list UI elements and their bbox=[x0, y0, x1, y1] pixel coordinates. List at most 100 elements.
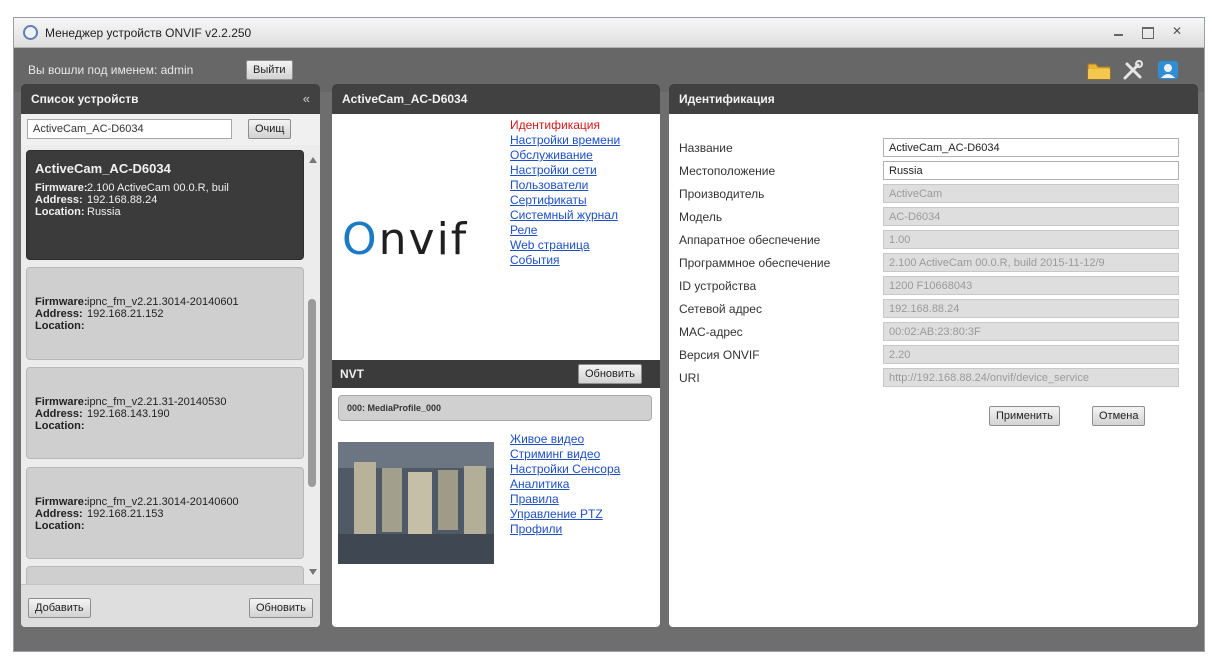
device-list-scrollbar[interactable] bbox=[306, 145, 318, 584]
apply-button[interactable]: Применить bbox=[989, 406, 1060, 426]
device-list-title: Список устройств bbox=[31, 92, 139, 106]
device-address: 192.168.21.152 bbox=[87, 308, 164, 320]
menu-sensor-settings[interactable]: Настройки Сенсора bbox=[510, 462, 620, 477]
device-firmware: ipnc_fm_v2.21.31-20140530 bbox=[87, 396, 227, 408]
hardware-field bbox=[883, 230, 1179, 249]
device-panel-header: ActiveCam_AC-D6034 bbox=[332, 84, 660, 114]
device-list-panel: Список устройств « Очищ ActiveCam_AC-D60… bbox=[21, 84, 320, 627]
identification-header: Идентификация bbox=[669, 84, 1198, 114]
device-address: 192.168.143.190 bbox=[87, 408, 170, 420]
device-list[interactable]: ActiveCam_AC-D6034 Firmware:2.100 Active… bbox=[21, 145, 320, 584]
device-location: Russia bbox=[87, 206, 121, 218]
menu-video-streaming[interactable]: Стриминг видео bbox=[510, 447, 620, 462]
uri-label: URI bbox=[679, 371, 700, 385]
close-button[interactable]: ✕ bbox=[1166, 24, 1188, 41]
name-field[interactable] bbox=[883, 138, 1179, 157]
menu-certificates[interactable]: Сертификаты bbox=[510, 193, 620, 208]
manufacturer-label: Производитель bbox=[679, 187, 765, 201]
location-label: Location: bbox=[35, 206, 85, 218]
logout-button[interactable]: Выйти bbox=[246, 60, 293, 80]
device-firmware: ipnc_fm_v2.21.3014-20140600 bbox=[87, 496, 239, 508]
device-menu-area: Onvif Идентификация Настройки времени Об… bbox=[332, 114, 660, 360]
onvif-version-field bbox=[883, 345, 1179, 364]
firmware-label: Firmware: bbox=[35, 496, 88, 508]
mac-label: MAC-адрес bbox=[679, 325, 743, 339]
device-name: ActiveCam_AC-D6034 bbox=[35, 161, 171, 176]
device-address: 192.168.21.153 bbox=[87, 508, 164, 520]
firmware-label: Firmware: bbox=[35, 182, 88, 194]
device-card-selected[interactable]: ActiveCam_AC-D6034 Firmware:2.100 Active… bbox=[26, 150, 304, 260]
location-label: Местоположение bbox=[679, 164, 776, 178]
device-firmware: ipnc_fm_v2.21.3014-20140601 bbox=[87, 296, 239, 308]
device-list-header: Список устройств « bbox=[21, 84, 320, 114]
menu-live-video[interactable]: Живое видео bbox=[510, 432, 620, 447]
device-panel: ActiveCam_AC-D6034 Onvif Идентификация Н… bbox=[332, 84, 660, 627]
menu-network-settings[interactable]: Настройки сети bbox=[510, 163, 620, 178]
menu-maintenance[interactable]: Обслуживание bbox=[510, 148, 620, 163]
form-row-uri: URI bbox=[679, 368, 1179, 387]
identification-form: Название Местоположение Производитель Мо… bbox=[669, 114, 1198, 627]
menu-events[interactable]: События bbox=[510, 253, 620, 268]
maximize-button[interactable] bbox=[1136, 24, 1158, 41]
address-label: Address: bbox=[35, 508, 83, 520]
device-search-input[interactable] bbox=[27, 119, 232, 139]
minimize-button[interactable] bbox=[1107, 24, 1129, 41]
device-id-field bbox=[883, 276, 1179, 295]
window-title: Менеджер устройств ONVIF v2.2.250 bbox=[45, 26, 252, 40]
device-card[interactable]: Firmware:ipnc_fm_v2.21.3014-20140600 Add… bbox=[26, 467, 304, 559]
menu-analytics[interactable]: Аналитика bbox=[510, 477, 620, 492]
menu-ptz-control[interactable]: Управление PTZ bbox=[510, 507, 620, 522]
hardware-label: Аппаратное обеспечение bbox=[679, 233, 821, 247]
folder-icon[interactable] bbox=[1086, 58, 1112, 82]
add-device-button[interactable]: Добавить bbox=[28, 598, 91, 618]
location-field[interactable] bbox=[883, 161, 1179, 180]
menu-time-settings[interactable]: Настройки времени bbox=[510, 133, 620, 148]
model-label: Модель bbox=[679, 210, 723, 224]
form-row-name: Название bbox=[679, 138, 1179, 157]
menu-relay[interactable]: Реле bbox=[510, 223, 620, 238]
firmware-field bbox=[883, 253, 1179, 272]
menu-system-log[interactable]: Системный журнал bbox=[510, 208, 620, 223]
onvif-logo: Onvif bbox=[342, 214, 469, 265]
address-label: Address: bbox=[35, 408, 83, 420]
tools-icon[interactable] bbox=[1120, 58, 1146, 82]
user-icon[interactable] bbox=[1155, 58, 1181, 82]
menu-rules[interactable]: Правила bbox=[510, 492, 620, 507]
location-label: Location: bbox=[35, 320, 85, 332]
device-address: 192.168.88.24 bbox=[87, 194, 158, 206]
location-label: Location: bbox=[35, 420, 85, 432]
location-label: Location: bbox=[35, 520, 85, 532]
scroll-down-arrow-icon[interactable] bbox=[309, 569, 317, 575]
form-row-hardware: Аппаратное обеспечение bbox=[679, 230, 1179, 249]
refresh-devices-button[interactable]: Обновить bbox=[249, 598, 313, 618]
firmware-label: Программное обеспечение bbox=[679, 256, 831, 270]
device-card[interactable] bbox=[26, 566, 304, 584]
collapse-panel-button[interactable]: « bbox=[303, 84, 310, 114]
device-list-footer: Добавить Обновить bbox=[21, 584, 320, 627]
onvif-version-label: Версия ONVIF bbox=[679, 348, 760, 362]
menu-users[interactable]: Пользователи bbox=[510, 178, 620, 193]
address-label: Address: bbox=[35, 308, 83, 320]
form-row-network-address: Сетевой адрес bbox=[679, 299, 1179, 318]
name-label: Название bbox=[679, 141, 733, 155]
cancel-button[interactable]: Отмена bbox=[1092, 406, 1146, 426]
form-row-manufacturer: Производитель bbox=[679, 184, 1179, 203]
menu-profiles[interactable]: Профили bbox=[510, 522, 620, 537]
menu-identification[interactable]: Идентификация bbox=[510, 118, 620, 133]
profile-menu: Живое видео Стриминг видео Настройки Сен… bbox=[510, 432, 620, 537]
login-status: Вы вошли под именем: admin bbox=[28, 63, 194, 77]
network-address-field bbox=[883, 299, 1179, 318]
title-bar: Менеджер устройств ONVIF v2.2.250 ✕ bbox=[14, 18, 1204, 48]
scroll-up-arrow-icon[interactable] bbox=[309, 157, 317, 163]
video-preview[interactable] bbox=[338, 442, 494, 564]
form-row-mac: MAC-адрес bbox=[679, 322, 1179, 341]
menu-web-page[interactable]: Web страница bbox=[510, 238, 620, 253]
clear-search-button[interactable]: Очищ bbox=[248, 119, 292, 139]
device-card[interactable]: Firmware:ipnc_fm_v2.21.3014-20140601 Add… bbox=[26, 267, 304, 360]
media-profile-bar[interactable]: 000: MediaProfile_000 bbox=[338, 395, 652, 421]
uri-field bbox=[883, 368, 1179, 387]
scroll-thumb[interactable] bbox=[308, 299, 316, 487]
device-card[interactable]: Firmware:ipnc_fm_v2.21.31-20140530 Addre… bbox=[26, 367, 304, 459]
app-icon bbox=[23, 25, 38, 40]
nvt-refresh-button[interactable]: Обновить bbox=[578, 364, 642, 384]
